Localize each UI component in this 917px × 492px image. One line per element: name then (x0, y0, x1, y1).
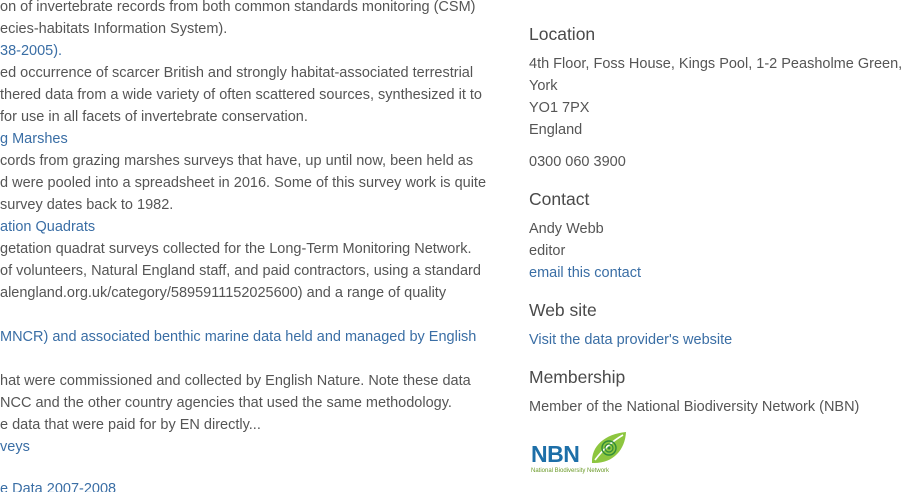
description-text: ecies-habitats Information System). (0, 21, 228, 37)
dataset-title-link[interactable]: e Data 2007-2008 (0, 478, 116, 492)
nbn-logo-tagline: National Biodiversity Network (531, 468, 610, 474)
description-text: alengland.org.uk/category/58959111520256… (0, 285, 447, 301)
description-text: hat were commissioned and collected by E… (0, 373, 471, 389)
description-text: cords from grazing marshes surveys that … (0, 153, 474, 169)
description-text: d were pooled into a spreadsheet in 2016… (0, 175, 487, 191)
membership-heading: Membership (529, 367, 626, 387)
dataset-title-link[interactable]: g Marshes (0, 128, 68, 150)
nbn-logo-letters: NBN (531, 441, 580, 467)
contact-name: Andy Webb (529, 221, 604, 237)
description-text: getation quadrat surveys collected for t… (0, 241, 472, 257)
phone-number: 0300 060 3900 (529, 154, 626, 170)
dataset-title-link[interactable]: 38-2005). (0, 40, 62, 62)
provider-website-link[interactable]: Visit the data provider's website (529, 329, 732, 351)
dataset-title-link[interactable]: veys (0, 436, 30, 458)
description-text: of volunteers, Natural England staff, an… (0, 263, 481, 279)
description-text: for use in all facets of invertebrate co… (0, 109, 308, 125)
location-heading: Location (529, 24, 596, 44)
contact-heading: Contact (529, 189, 590, 209)
address-line: 4th Floor, Foss House, Kings Pool, 1-2 P… (529, 56, 903, 72)
address-postcode: YO1 7PX (529, 100, 590, 116)
contact-role: editor (529, 243, 566, 259)
membership-text: Member of the National Biodiversity Netw… (529, 399, 860, 415)
provider-sidebar: Location 4th Floor, Foss House, Kings Po… (529, 0, 917, 492)
nbn-logo[interactable]: NBN National Biodiversity Network (529, 430, 629, 478)
dataset-descriptions-column: on of invertebrate records from both com… (0, 0, 500, 492)
description-text: e data that were paid for by EN directly… (0, 417, 261, 433)
email-contact-link[interactable]: email this contact (529, 262, 641, 284)
website-heading: Web site (529, 300, 597, 320)
address-city: York (529, 78, 558, 94)
description-text: NCC and the other country agencies that … (0, 395, 452, 411)
address-country: England (529, 122, 583, 138)
description-text: survey dates back to 1982. (0, 197, 174, 213)
dataset-title-link[interactable]: ation Quadrats (0, 216, 95, 238)
leaf-icon (591, 432, 626, 464)
description-text: ed occurrence of scarcer British and str… (0, 65, 474, 81)
description-text: thered data from a wide variety of often… (0, 87, 482, 103)
description-text: on of invertebrate records from both com… (0, 0, 476, 15)
dataset-title-link[interactable]: MNCR) and associated benthic marine data… (0, 326, 476, 348)
